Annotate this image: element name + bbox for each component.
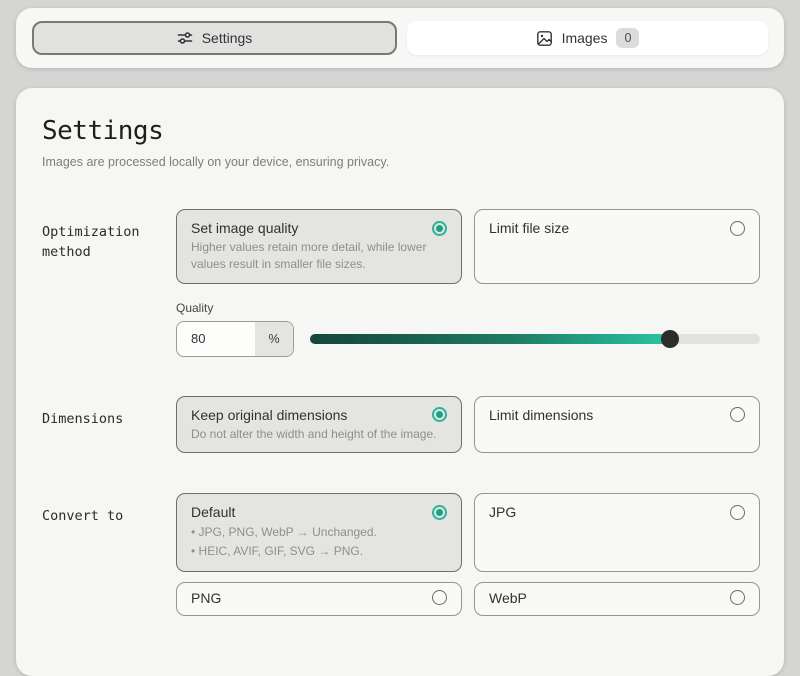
page-title: Settings [42, 116, 760, 146]
radio-unselected-icon[interactable] [730, 590, 745, 605]
quality-slider-fill [310, 334, 670, 344]
settings-panel: Settings Images are processed locally on… [16, 88, 784, 676]
dimensions-row: Dimensions Keep original dimensions Do n… [42, 396, 760, 454]
option-default[interactable]: Default JPG, PNG, WebP → Unchanged. HEIC… [176, 493, 462, 571]
quality-block: Quality % [176, 301, 760, 357]
dimensions-label: Dimensions [42, 396, 176, 454]
dimensions-options: Keep original dimensions Do not alter th… [176, 396, 760, 454]
option-png[interactable]: PNG [176, 582, 462, 616]
option-title: Default [191, 504, 235, 520]
tab-bar: Settings Images 0 [16, 8, 784, 68]
quality-unit: % [255, 322, 293, 356]
tab-images-label: Images [562, 30, 608, 46]
quality-slider-thumb[interactable] [661, 330, 679, 348]
option-limit-file-size[interactable]: Limit file size [474, 209, 760, 284]
radio-unselected-icon[interactable] [730, 505, 745, 520]
radio-selected-icon[interactable] [432, 221, 447, 236]
option-title: Limit file size [489, 220, 569, 236]
image-icon [536, 30, 553, 47]
option-set-image-quality[interactable]: Set image quality Higher values retain m… [176, 209, 462, 284]
option-title: Limit dimensions [489, 407, 593, 423]
option-title: PNG [191, 590, 221, 606]
quality-label: Quality [176, 301, 760, 315]
option-description: Higher values retain more detail, while … [191, 239, 447, 273]
optimization-method-label: Optimization method [42, 209, 176, 284]
radio-selected-icon[interactable] [432, 505, 447, 520]
option-bullets: JPG, PNG, WebP → Unchanged. HEIC, AVIF, … [191, 523, 447, 560]
tab-settings-label: Settings [202, 30, 253, 46]
option-webp[interactable]: WebP [474, 582, 760, 616]
sliders-icon [177, 30, 193, 46]
convert-to-label: Convert to [42, 493, 176, 615]
quality-slider[interactable] [310, 330, 760, 348]
images-count-badge: 0 [616, 28, 639, 48]
radio-unselected-icon[interactable] [730, 407, 745, 422]
convert-options: Default JPG, PNG, WebP → Unchanged. HEIC… [176, 493, 760, 615]
tab-settings[interactable]: Settings [32, 21, 397, 55]
radio-selected-icon[interactable] [432, 407, 447, 422]
optimization-options: Set image quality Higher values retain m… [176, 209, 760, 284]
page-subtitle: Images are processed locally on your dev… [42, 155, 760, 169]
option-jpg[interactable]: JPG [474, 493, 760, 571]
quality-input[interactable] [177, 322, 255, 356]
option-title: WebP [489, 590, 527, 606]
option-limit-dimensions[interactable]: Limit dimensions [474, 396, 760, 454]
convert-to-row: Convert to Default JPG, PNG, WebP → Unch… [42, 493, 760, 615]
quality-input-group: % [176, 321, 294, 357]
option-title: Keep original dimensions [191, 407, 347, 423]
bullet-item: HEIC, AVIF, GIF, SVG → PNG. [191, 542, 447, 561]
option-title: Set image quality [191, 220, 298, 236]
option-keep-original-dimensions[interactable]: Keep original dimensions Do not alter th… [176, 396, 462, 454]
radio-unselected-icon[interactable] [432, 590, 447, 605]
option-description: Do not alter the width and height of the… [191, 426, 447, 443]
radio-unselected-icon[interactable] [730, 221, 745, 236]
option-title: JPG [489, 504, 516, 520]
tab-images[interactable]: Images 0 [407, 21, 768, 55]
bullet-item: JPG, PNG, WebP → Unchanged. [191, 523, 447, 542]
optimization-method-row: Optimization method Set image quality Hi… [42, 209, 760, 284]
